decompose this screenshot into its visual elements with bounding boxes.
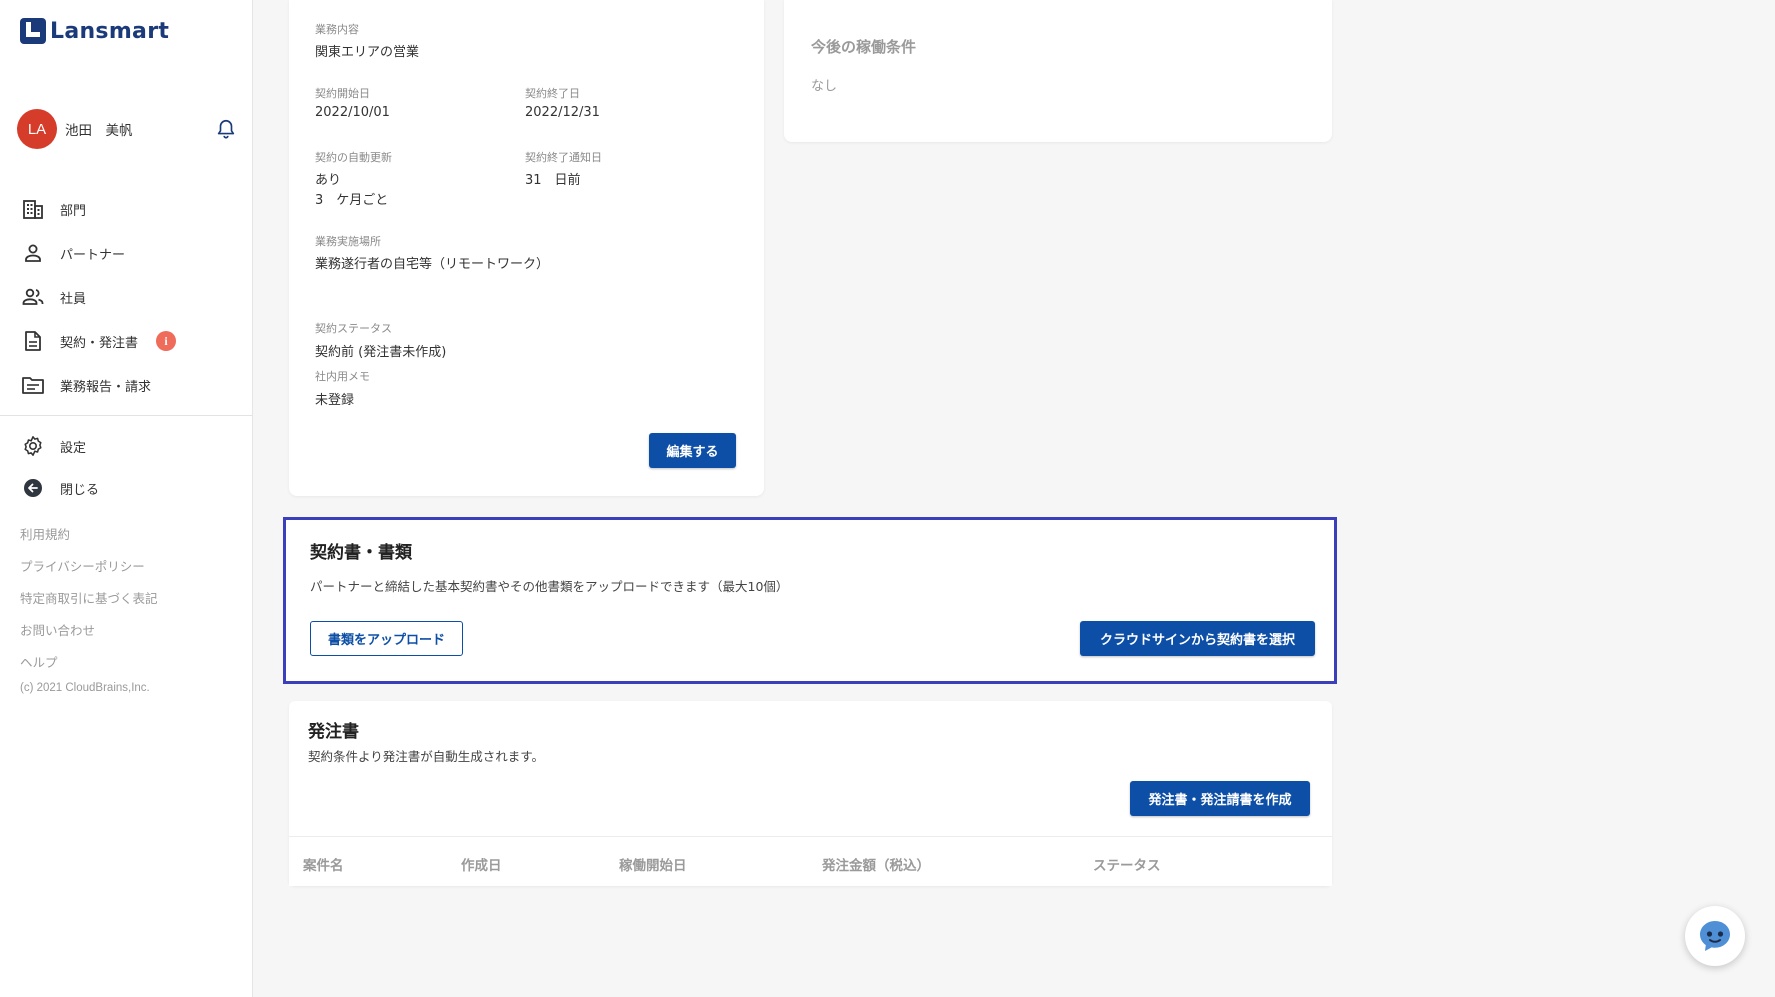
start-date-label: 契約開始日 [315, 87, 370, 100]
sidebar-item-label: 業務報告・請求 [60, 379, 152, 395]
contact-link[interactable]: お問い合わせ [20, 615, 158, 647]
sidebar-item-label: 社員 [60, 291, 87, 307]
help-link[interactable]: ヘルプ [20, 647, 158, 679]
folder-icon [22, 374, 44, 396]
terms-link[interactable]: 利用規約 [20, 519, 158, 551]
create-purchase-order-button[interactable]: 発注書・発注請書を作成 [1130, 781, 1310, 816]
sidebar-item-label: 設定 [60, 440, 87, 456]
main-nav: 部門 パートナー 社員 契約・発注書 i 業務報告・請求 [0, 187, 253, 407]
sidebar-divider [0, 415, 253, 416]
future-conditions-value: なし [811, 79, 838, 94]
status-value: 契約前 (発注書未作成) [315, 345, 447, 360]
app-logo[interactable]: Lansmart [20, 18, 169, 44]
document-icon [22, 330, 44, 352]
privacy-link[interactable]: プライバシーポリシー [20, 551, 158, 583]
user-profile[interactable]: LA 池田 美帆 [17, 109, 237, 149]
column-header-status[interactable]: ステータス [1093, 854, 1161, 874]
auto-renew-label: 契約の自動更新 [315, 151, 392, 164]
contract-info-card: 業務内容 関東エリアの営業 契約開始日 2022/10/01 契約終了日 202… [289, 0, 764, 496]
business-content-value: 関東エリアの営業 [315, 45, 420, 60]
back-arrow-icon [22, 477, 44, 499]
sidebar-item-employees[interactable]: 社員 [0, 275, 253, 319]
person-icon [22, 242, 44, 264]
end-date-label: 契約終了日 [525, 87, 580, 100]
future-conditions-card: 今後の稼働条件 なし [784, 0, 1332, 142]
auto-renew-value: あり [315, 173, 342, 188]
chat-bot-icon [1700, 921, 1730, 951]
cloudsign-select-button[interactable]: クラウドサインから契約書を選択 [1080, 621, 1315, 656]
future-conditions-title: 今後の稼働条件 [811, 38, 917, 56]
sidebar-item-reports[interactable]: 業務報告・請求 [0, 363, 253, 407]
column-header-start-date[interactable]: 稼働開始日 [619, 854, 687, 874]
sidebar-item-label: パートナー [60, 247, 126, 263]
sidebar: Lansmart LA 池田 美帆 部門 パートナー 社員 契約・発注書 i 業… [0, 0, 253, 997]
upload-document-button[interactable]: 書類をアップロード [310, 621, 463, 656]
sidebar-item-label: 閉じる [60, 482, 100, 498]
edit-button[interactable]: 編集する [649, 433, 736, 468]
info-badge-icon: i [156, 331, 177, 351]
memo-label: 社内用メモ [315, 370, 370, 383]
secondary-nav: 設定 閉じる [0, 425, 253, 509]
copyright: (c) 2021 CloudBrains,Inc. [20, 682, 150, 694]
documents-section: 契約書・書類 パートナーと締結した基本契約書やその他書類をアップロードできます（… [283, 517, 1337, 684]
commerce-law-link[interactable]: 特定商取引に基づく表記 [20, 583, 158, 615]
auto-renew-period: 3 ケ月ごと [315, 193, 389, 208]
logo-text: Lansmart [50, 18, 170, 44]
sidebar-item-label: 部門 [60, 203, 87, 219]
gear-icon [22, 435, 44, 457]
building-icon [22, 198, 44, 220]
memo-value: 未登録 [315, 393, 355, 408]
purchase-order-description: 契約条件より発注書が自動生成されます。 [308, 749, 545, 764]
status-label: 契約ステータス [315, 322, 392, 335]
sidebar-item-close[interactable]: 閉じる [0, 467, 253, 509]
purchase-order-title: 発注書 [308, 722, 359, 742]
column-header-amount[interactable]: 発注金額（税込） [822, 854, 930, 874]
sidebar-item-departments[interactable]: 部門 [0, 187, 253, 231]
end-notice-value: 31 日前 [525, 173, 581, 188]
start-date-value: 2022/10/01 [315, 105, 390, 120]
column-header-project[interactable]: 案件名 [303, 854, 344, 874]
sidebar-item-settings[interactable]: 設定 [0, 425, 253, 467]
location-label: 業務実施場所 [315, 235, 381, 248]
purchase-order-table-header: 案件名 作成日 稼働開始日 発注金額（税込） ステータス [289, 836, 1332, 886]
column-header-created[interactable]: 作成日 [461, 854, 502, 874]
chat-support-button[interactable] [1685, 906, 1745, 966]
footer-links: 利用規約 プライバシーポリシー 特定商取引に基づく表記 お問い合わせ ヘルプ [20, 519, 158, 679]
location-value: 業務遂行者の自宅等（リモートワーク） [315, 257, 550, 272]
user-name: 池田 美帆 [65, 123, 133, 139]
end-date-value: 2022/12/31 [525, 105, 600, 120]
sidebar-item-label: 契約・発注書 [60, 335, 139, 351]
business-content-label: 業務内容 [315, 23, 359, 36]
end-notice-label: 契約終了通知日 [525, 151, 602, 164]
people-icon [22, 286, 44, 308]
sidebar-item-contracts[interactable]: 契約・発注書 i [0, 319, 253, 363]
bell-icon[interactable] [215, 117, 237, 141]
documents-description: パートナーと締結した基本契約書やその他書類をアップロードできます（最大10個） [310, 579, 789, 594]
logo-mark-icon [20, 18, 46, 44]
avatar[interactable]: LA [17, 109, 57, 149]
sidebar-item-partners[interactable]: パートナー [0, 231, 253, 275]
documents-title: 契約書・書類 [310, 543, 412, 563]
